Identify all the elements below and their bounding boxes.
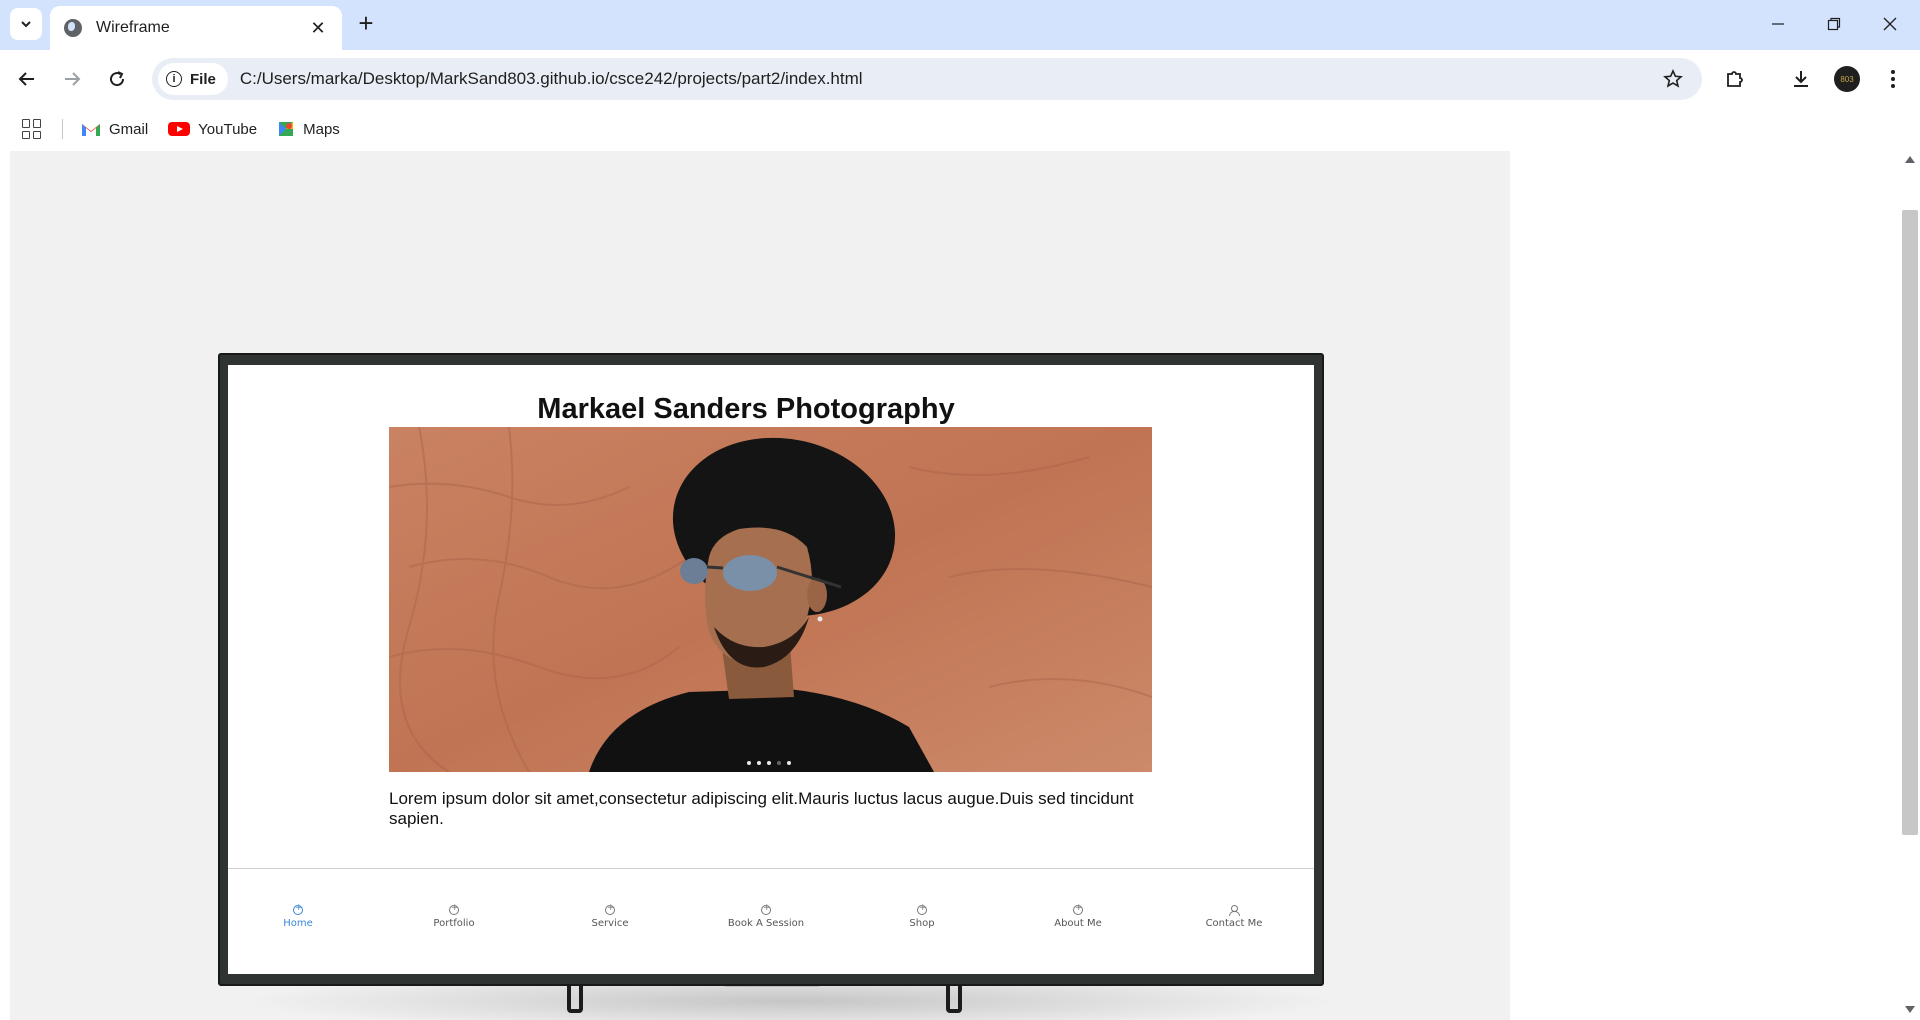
extensions-button[interactable] xyxy=(1720,64,1750,94)
scroll-up-arrow-icon[interactable] xyxy=(1905,156,1915,163)
gmail-icon xyxy=(82,124,100,136)
bookmark-label: Maps xyxy=(303,120,340,138)
vertical-scrollbar[interactable] xyxy=(1900,150,1920,1020)
reload-icon xyxy=(110,71,125,87)
bookmark-label: YouTube xyxy=(198,120,258,138)
nav-item-contact-me[interactable]: Contact Me xyxy=(1164,905,1304,929)
bookmark-maps[interactable]: Maps xyxy=(277,120,340,138)
slide-dot[interactable] xyxy=(747,761,751,765)
book-session-icon xyxy=(761,903,771,915)
download-icon xyxy=(1794,71,1808,87)
site-title: Markael Sanders Photography xyxy=(537,393,955,425)
reload-button[interactable] xyxy=(102,64,132,94)
scrollbar-thumb[interactable] xyxy=(1902,210,1918,835)
nav-item-home[interactable]: Home xyxy=(228,903,368,929)
intro-paragraph: Lorem ipsum dolor sit amet,consectetur a… xyxy=(389,789,1134,828)
shop-icon xyxy=(917,903,927,915)
nav-divider xyxy=(228,868,1314,869)
globe-icon xyxy=(64,19,82,37)
hero-photo xyxy=(389,427,1152,772)
nav-item-book-a-session[interactable]: Book A Session xyxy=(696,903,836,929)
back-button[interactable] xyxy=(12,64,42,94)
url-text[interactable]: C:/Users/marka/Desktop/MarkSand803.githu… xyxy=(240,69,1658,89)
address-bar[interactable]: i File C:/Users/marka/Desktop/MarkSand80… xyxy=(152,58,1702,100)
tab-title: Wireframe xyxy=(96,19,170,36)
minimize-button[interactable] xyxy=(1758,10,1798,38)
forward-button[interactable] xyxy=(57,64,87,94)
nav-label: Portfolio xyxy=(433,918,475,929)
bookmarks-divider xyxy=(62,119,63,139)
profile-avatar[interactable]: 803 xyxy=(1834,66,1860,92)
nav-label: Home xyxy=(283,918,313,929)
nav-item-portfolio[interactable]: Portfolio xyxy=(384,903,524,929)
slide-indicators[interactable] xyxy=(747,761,791,765)
bottom-navigation: Home Portfolio Service Book A Session xyxy=(228,903,1314,945)
slide-dot[interactable] xyxy=(767,761,771,765)
nav-label: Service xyxy=(591,918,629,929)
site-info-chip[interactable]: i File xyxy=(158,63,228,95)
downloads-button[interactable] xyxy=(1786,64,1816,94)
back-arrow-icon xyxy=(18,72,34,86)
bookmark-youtube[interactable]: YouTube xyxy=(168,121,257,138)
nav-item-about-me[interactable]: About Me xyxy=(1008,903,1148,929)
slide-dot[interactable] xyxy=(757,761,761,765)
slide-dot[interactable] xyxy=(787,761,791,765)
service-icon xyxy=(605,903,615,915)
hero-slideshow[interactable] xyxy=(389,427,1152,772)
chevron-down-icon xyxy=(21,21,31,28)
person-icon xyxy=(1229,905,1240,916)
tab-search-button[interactable] xyxy=(10,8,42,40)
forward-arrow-icon xyxy=(65,72,81,86)
page-viewport: Markael Sanders Photography Lorem ipsum … xyxy=(0,150,1920,1020)
active-tab[interactable]: Wireframe ✕ xyxy=(50,6,342,50)
browser-toolbar: i File C:/Users/marka/Desktop/MarkSand80… xyxy=(0,50,1920,108)
nav-label: Shop xyxy=(909,918,935,929)
bookmark-star-button[interactable] xyxy=(1658,64,1688,94)
puzzle-icon xyxy=(1727,71,1743,87)
scroll-down-arrow-icon[interactable] xyxy=(1905,1006,1915,1013)
nav-item-service[interactable]: Service xyxy=(540,903,680,929)
page-canvas: Markael Sanders Photography Lorem ipsum … xyxy=(10,151,1510,1020)
star-icon xyxy=(1663,69,1683,88)
close-tab-icon[interactable]: ✕ xyxy=(308,18,328,39)
website-screen: Markael Sanders Photography Lorem ipsum … xyxy=(228,365,1314,974)
close-window-button[interactable] xyxy=(1870,10,1910,38)
bookmark-label: Gmail xyxy=(109,120,149,138)
restore-icon xyxy=(1827,17,1841,31)
close-icon xyxy=(1883,17,1897,31)
about-icon xyxy=(1073,903,1083,915)
restore-button[interactable] xyxy=(1814,10,1854,38)
tab-strip: Wireframe ✕ + xyxy=(0,0,1920,50)
info-icon: i xyxy=(166,71,182,87)
tv-mockup-frame: Markael Sanders Photography Lorem ipsum … xyxy=(218,353,1324,986)
home-icon xyxy=(293,903,303,915)
apps-grid-icon[interactable] xyxy=(22,119,42,139)
nav-item-shop[interactable]: Shop xyxy=(852,903,992,929)
minimize-icon xyxy=(1772,23,1784,25)
nav-label: Contact Me xyxy=(1205,918,1263,929)
new-tab-button[interactable]: + xyxy=(352,10,380,38)
maps-icon xyxy=(279,122,294,136)
nav-label: About Me xyxy=(1054,918,1102,929)
more-vertical-icon xyxy=(1891,70,1895,88)
slide-dot[interactable] xyxy=(777,761,781,765)
bookmark-gmail[interactable]: Gmail xyxy=(81,121,148,138)
portfolio-icon xyxy=(449,903,459,915)
nav-label: Book A Session xyxy=(727,918,805,929)
bookmarks-bar: Gmail YouTube Maps xyxy=(0,108,1920,150)
browser-menu-button[interactable] xyxy=(1878,64,1908,94)
site-info-label: File xyxy=(190,70,216,88)
youtube-icon xyxy=(168,122,191,136)
